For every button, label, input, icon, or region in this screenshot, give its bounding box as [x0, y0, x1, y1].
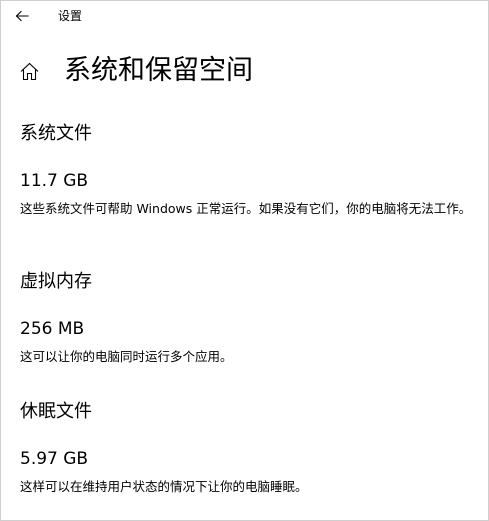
app-title: 设置: [58, 9, 83, 23]
page-header: 系统和保留空间: [1, 49, 488, 93]
section-description: 这些系统文件可帮助 Windows 正常运行。如果没有它们，你的电脑将无法工作。: [20, 201, 472, 216]
section-heading: 休眠文件: [20, 401, 92, 422]
back-arrow-icon: [14, 8, 30, 24]
title-bar: 设置: [1, 1, 488, 31]
hibernation-file-section: 休眠文件 5.97 GB 这样可以在维持用户状态的情况下让你的电脑睡眠。: [20, 400, 480, 497]
section-heading: 虚拟内存: [20, 271, 92, 292]
size-value: 256 MB: [20, 319, 85, 339]
section-description: 这可以让你的电脑同时运行多个应用。: [20, 349, 233, 364]
section-description: 这样可以在维持用户状态的情况下让你的电脑睡眠。: [20, 479, 308, 494]
size-value: 5.97 GB: [20, 449, 89, 469]
settings-window: 设置 系统和保留空间 系统文件 11.7 GB 这些系统文件可帮助 Window…: [0, 0, 489, 521]
section-heading: 系统文件: [20, 123, 92, 144]
virtual-memory-section: 虚拟内存 256 MB 这可以让你的电脑同时运行多个应用。: [20, 270, 480, 367]
system-files-section: 系统文件 11.7 GB 这些系统文件可帮助 Windows 正常运行。如果没有…: [20, 122, 480, 219]
home-icon[interactable]: [19, 61, 40, 82]
size-value: 11.7 GB: [20, 171, 89, 191]
page-title: 系统和保留空间: [64, 55, 253, 86]
back-button[interactable]: [5, 3, 39, 29]
